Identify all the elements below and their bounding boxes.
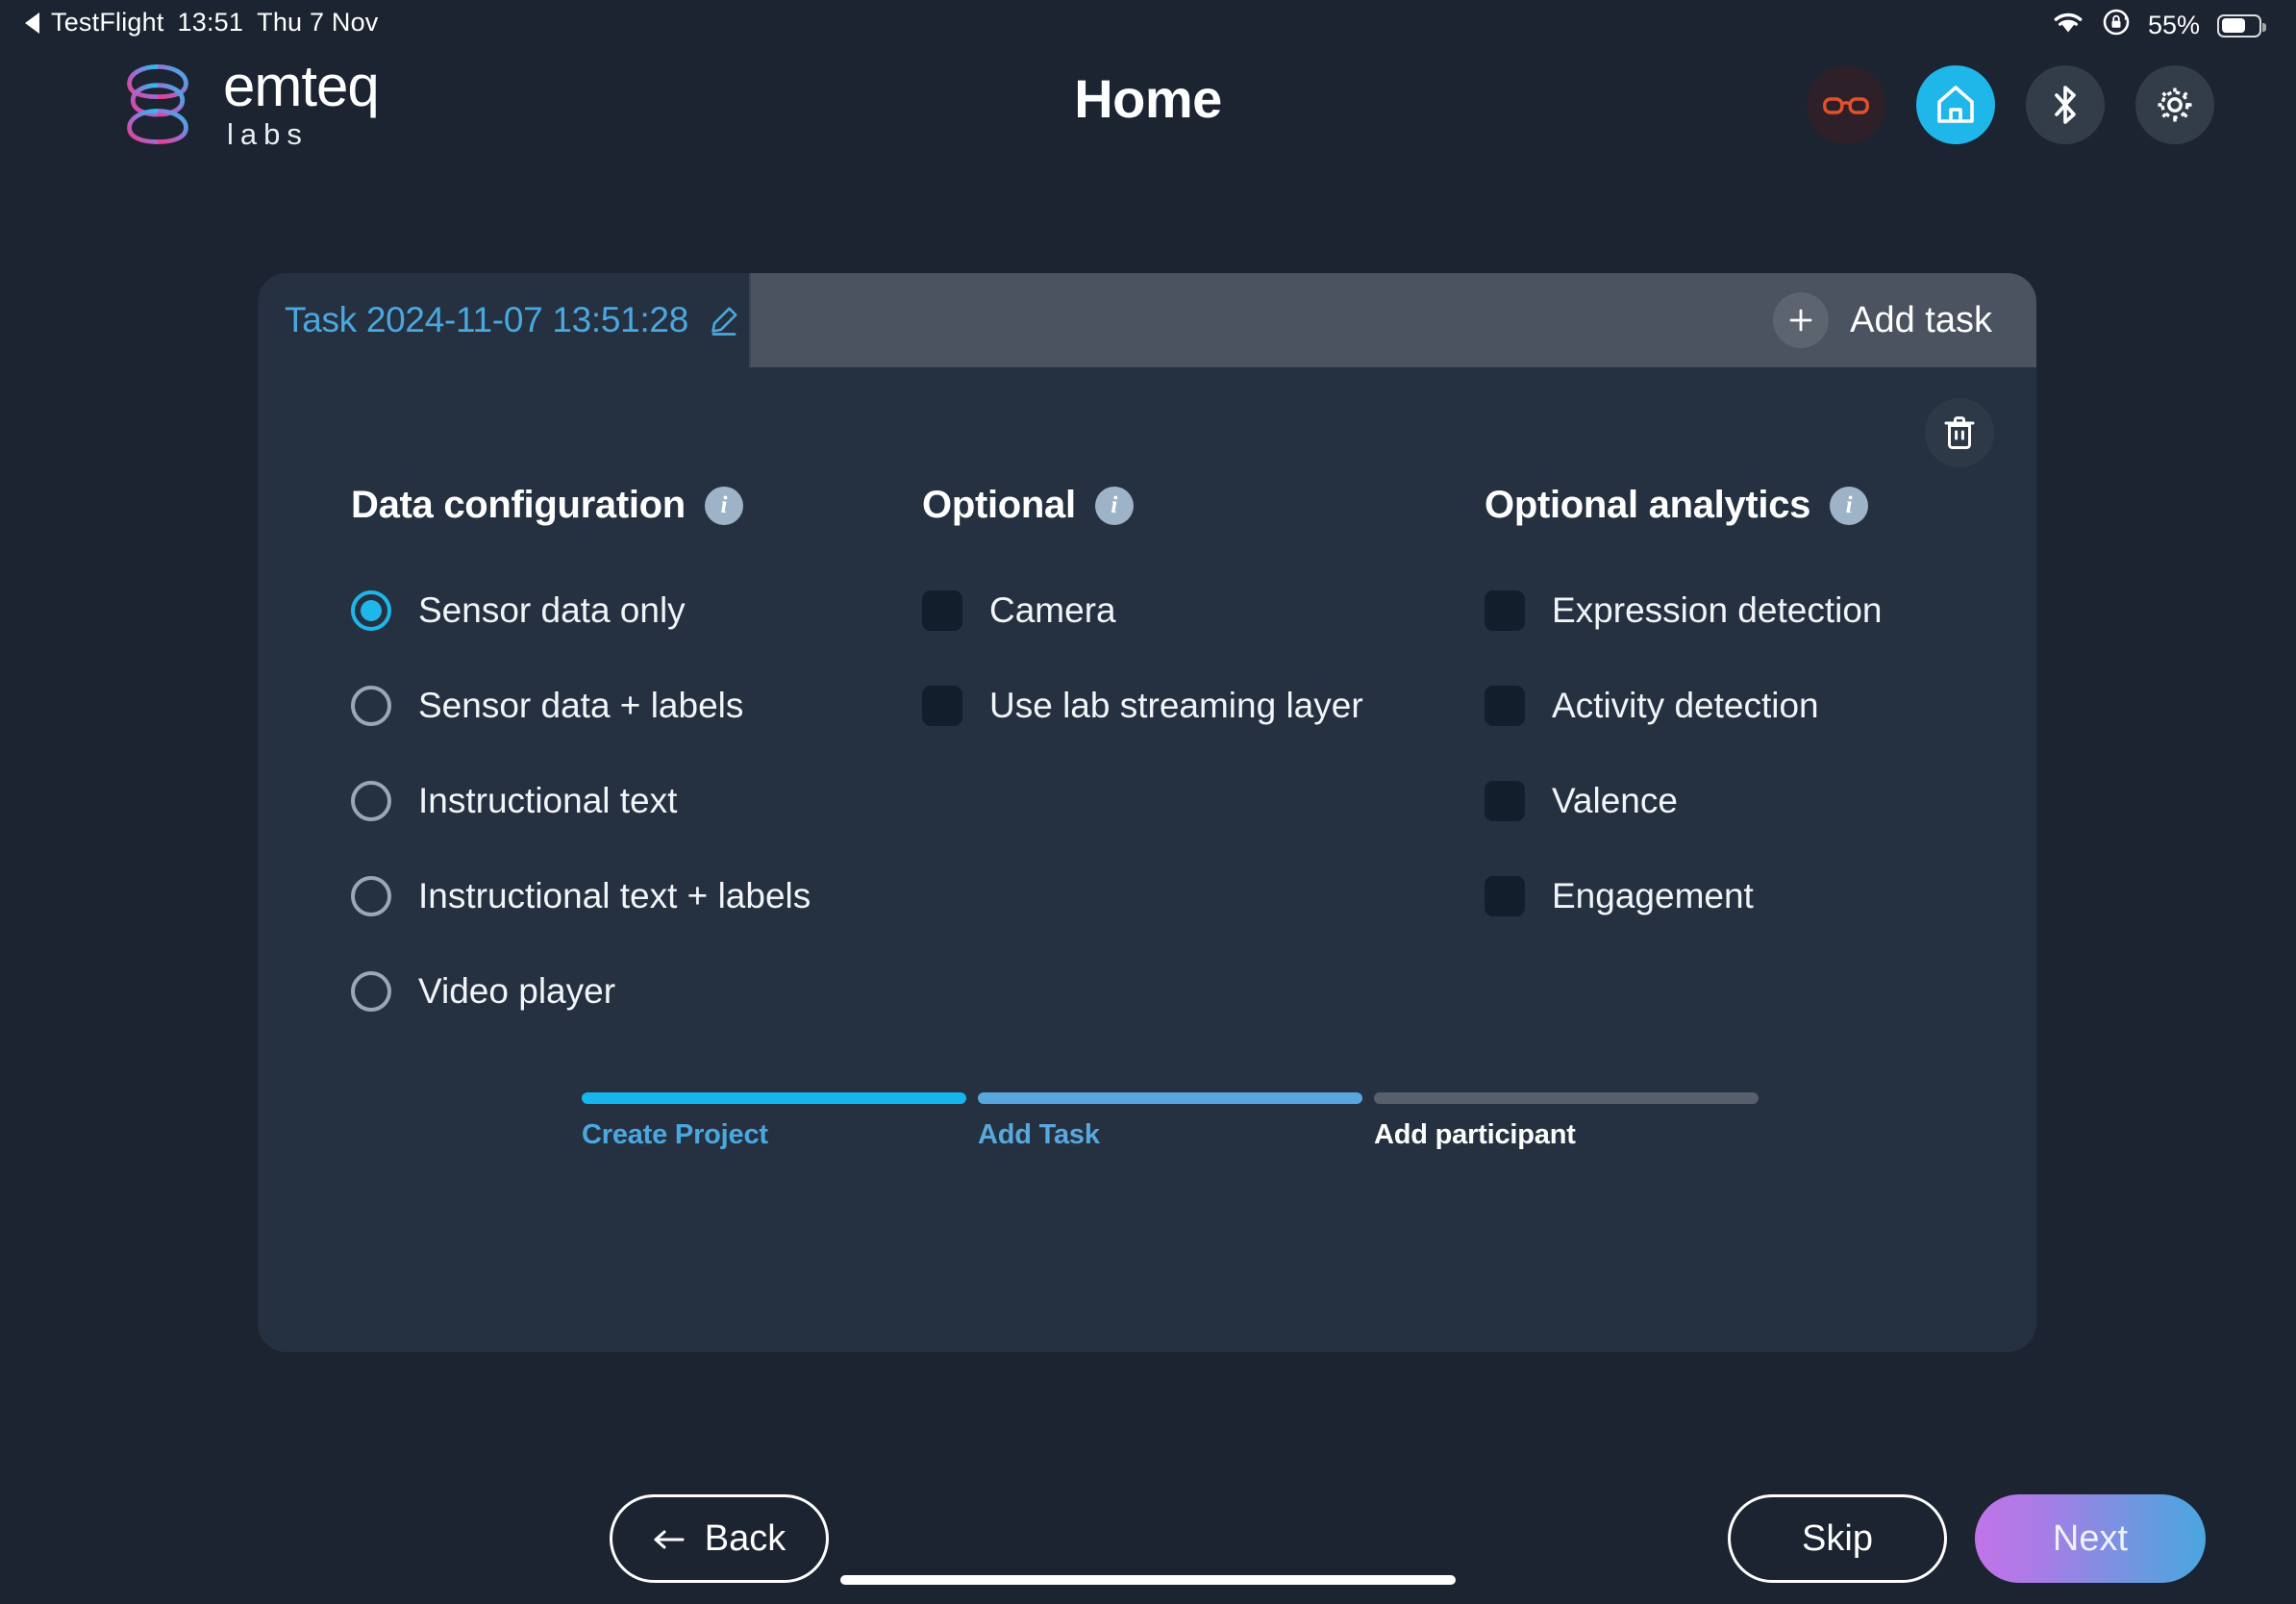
option-label: Instructional text + labels	[418, 876, 811, 915]
home-icon[interactable]	[1916, 65, 1995, 144]
option-label: Video player	[418, 971, 616, 1011]
radio-option-sensor-data-labels[interactable]: Sensor data + labels	[351, 674, 922, 738]
option-label: Camera	[989, 590, 1116, 630]
status-back-app-label[interactable]: TestFlight	[51, 8, 164, 38]
back-button-label: Back	[704, 1517, 786, 1559]
step-add-participant[interactable]: Add participant	[1374, 1092, 1759, 1151]
column-title: Data configuration	[351, 484, 686, 526]
checkbox-indicator	[922, 686, 962, 726]
checkbox-indicator	[1485, 781, 1525, 821]
option-label: Valence	[1552, 781, 1678, 820]
plus-icon	[1773, 292, 1830, 348]
task-tab[interactable]: Task 2024-11-07 13:51:28	[258, 273, 751, 367]
header-icon-group	[1807, 65, 2214, 144]
trash-icon[interactable]	[1925, 398, 1994, 467]
column-data-configuration: Data configuration i Sensor data only Se…	[351, 484, 922, 1055]
checkbox-option-engagement[interactable]: Engagement	[1485, 865, 1984, 928]
step-progress-bar	[978, 1092, 1362, 1104]
back-button[interactable]: Back	[610, 1494, 829, 1583]
column-header: Optional analytics i	[1485, 484, 1984, 527]
home-indicator[interactable]	[840, 1575, 1456, 1585]
checkbox-indicator	[922, 590, 962, 631]
step-create-project[interactable]: Create Project	[582, 1092, 966, 1151]
step-progress-bar	[1374, 1092, 1759, 1104]
add-task-button[interactable]: Add task	[751, 273, 2036, 367]
status-time: 13:51	[177, 8, 244, 37]
column-title: Optional	[922, 484, 1076, 526]
app-header: emteq labs Home	[0, 46, 2296, 162]
option-label: Activity detection	[1552, 686, 1819, 725]
radio-option-instructional-text-labels[interactable]: Instructional text + labels	[351, 865, 922, 928]
info-icon[interactable]: i	[704, 486, 743, 525]
glasses-icon[interactable]	[1807, 65, 1885, 144]
checkbox-option-camera[interactable]: Camera	[922, 579, 1485, 642]
battery-icon	[2217, 13, 2266, 38]
skip-button-label: Skip	[1802, 1517, 1873, 1559]
option-label: Sensor data + labels	[418, 686, 744, 725]
config-columns: Data configuration i Sensor data only Se…	[258, 484, 2036, 1055]
task-config-card: Task 2024-11-07 13:51:28 Add task Data c…	[258, 273, 2206, 1583]
pencil-icon[interactable]	[708, 304, 740, 337]
column-header: Optional i	[922, 484, 1485, 527]
checkbox-indicator	[1485, 686, 1525, 726]
app-root: TestFlight 13:51 Thu 7 Nov 55% emteq lab…	[0, 0, 2296, 1604]
ios-status-bar: TestFlight 13:51 Thu 7 Nov 55%	[0, 0, 2296, 46]
radio-option-sensor-data-only[interactable]: Sensor data only	[351, 579, 922, 642]
radio-option-video-player[interactable]: Video player	[351, 960, 922, 1023]
radio-indicator	[351, 590, 391, 631]
radio-indicator	[351, 971, 391, 1012]
radio-indicator	[351, 781, 391, 821]
next-button[interactable]: Next	[1975, 1494, 2206, 1583]
wizard-progress: Create Project Add Task Add participant	[582, 1092, 1774, 1151]
info-icon[interactable]: i	[1830, 486, 1869, 525]
checkbox-indicator	[1485, 876, 1525, 916]
column-header: Data configuration i	[351, 484, 922, 527]
column-optional: Optional i Camera Use lab streaming laye…	[922, 484, 1485, 1055]
step-label: Add participant	[1374, 1119, 1576, 1150]
status-bar-right: 55%	[2052, 8, 2266, 43]
next-button-label: Next	[2052, 1517, 2129, 1559]
back-arrow-icon[interactable]	[25, 12, 39, 34]
step-add-task[interactable]: Add Task	[978, 1092, 1362, 1151]
task-tab-label: Task 2024-11-07 13:51:28	[285, 300, 688, 339]
checkbox-option-valence[interactable]: Valence	[1485, 769, 1984, 833]
option-label: Engagement	[1552, 876, 1754, 915]
task-tab-bar: Task 2024-11-07 13:51:28 Add task	[258, 273, 2036, 367]
radio-indicator	[351, 686, 391, 726]
option-label: Instructional text	[418, 781, 678, 820]
option-label: Use lab streaming layer	[989, 686, 1363, 725]
step-progress-bar	[582, 1092, 966, 1104]
checkbox-option-lab-streaming-layer[interactable]: Use lab streaming layer	[922, 674, 1485, 738]
column-title: Optional analytics	[1485, 484, 1811, 526]
gear-icon[interactable]	[2135, 65, 2214, 144]
option-label: Sensor data only	[418, 590, 686, 630]
radio-option-instructional-text[interactable]: Instructional text	[351, 769, 922, 833]
battery-percent-label: 55%	[2147, 11, 2200, 39]
bluetooth-icon[interactable]	[2026, 65, 2105, 144]
add-task-label: Add task	[1850, 299, 1992, 340]
rotation-lock-icon	[2102, 8, 2131, 43]
column-optional-analytics: Optional analytics i Expression detectio…	[1485, 484, 1984, 1055]
status-bar-left: TestFlight 13:51 Thu 7 Nov	[25, 8, 378, 38]
option-label: Expression detection	[1552, 590, 1883, 630]
arrow-left-icon	[653, 1518, 686, 1560]
checkbox-option-activity-detection[interactable]: Activity detection	[1485, 674, 1984, 738]
radio-indicator	[351, 876, 391, 916]
checkbox-option-expression-detection[interactable]: Expression detection	[1485, 579, 1984, 642]
checkbox-indicator	[1485, 590, 1525, 631]
step-label: Create Project	[582, 1119, 768, 1150]
step-label: Add Task	[978, 1119, 1100, 1150]
status-date: Thu 7 Nov	[257, 8, 379, 37]
skip-button[interactable]: Skip	[1728, 1494, 1947, 1583]
wifi-icon	[2052, 10, 2084, 41]
info-icon[interactable]: i	[1094, 486, 1134, 525]
